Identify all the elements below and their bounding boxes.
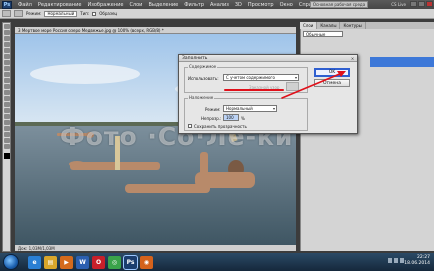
- 3d-tool-icon[interactable]: [3, 132, 10, 137]
- type-tool-icon[interactable]: [3, 114, 10, 119]
- minimize-icon[interactable]: [410, 1, 417, 7]
- media-icon[interactable]: ▶: [60, 255, 73, 269]
- menu-bar: Ps Файл Редактирование Изображение Слои …: [0, 0, 434, 9]
- opacity-value: 100: [226, 115, 234, 120]
- tool-preset-picker[interactable]: [2, 10, 11, 17]
- opera-icon[interactable]: O: [92, 255, 105, 269]
- layer-blend-mode-select[interactable]: Обычные: [303, 31, 343, 37]
- opacity-label: Непрозр.:: [201, 116, 222, 121]
- document-status: Док: 1,03M/1,03M: [15, 245, 296, 251]
- photoshop-icon[interactable]: Ps: [123, 254, 138, 270]
- menu-filter[interactable]: Фильтр: [181, 2, 207, 8]
- tab-paths[interactable]: Контуры: [340, 22, 366, 29]
- firefox-icon[interactable]: ◉: [140, 255, 153, 269]
- explorer-icon[interactable]: ▤: [44, 255, 57, 269]
- menu-window[interactable]: Окно: [277, 2, 296, 8]
- tab-channels[interactable]: Каналы: [317, 22, 341, 29]
- chrome-icon[interactable]: ◎: [108, 255, 121, 269]
- volume-icon[interactable]: [394, 258, 398, 263]
- cs-live-button[interactable]: CS Live: [389, 1, 408, 8]
- zoom-tool-icon[interactable]: [3, 144, 10, 149]
- maximize-icon[interactable]: [418, 1, 425, 7]
- menu-image[interactable]: Изображение: [84, 2, 126, 8]
- dodge-tool-icon[interactable]: [3, 102, 10, 107]
- clock[interactable]: 22:27 18.06.2014: [404, 255, 430, 267]
- blur-tool-icon[interactable]: [3, 96, 10, 101]
- menu-edit[interactable]: Редактирование: [35, 2, 85, 8]
- word-icon[interactable]: W: [76, 255, 89, 269]
- type-checkbox[interactable]: [92, 11, 97, 16]
- taskbar-apps: e ▤ ▶ W O ◎ Ps ◉: [25, 254, 153, 270]
- use-label: Использовать:: [188, 76, 219, 81]
- crop-tool-icon[interactable]: [3, 48, 10, 53]
- workspace-button[interactable]: Основная рабочая среда: [310, 1, 368, 8]
- cs-live-label: CS Live: [391, 2, 406, 7]
- close-icon[interactable]: [426, 1, 433, 7]
- move-tool-icon[interactable]: [3, 24, 10, 29]
- history-brush-tool-icon[interactable]: [3, 78, 10, 83]
- system-tray: [388, 258, 404, 263]
- opacity-unit: %: [241, 116, 245, 121]
- path-select-tool-icon[interactable]: [3, 120, 10, 125]
- selected-layer-row[interactable]: [370, 57, 434, 67]
- red-arrow-annotation: [281, 71, 346, 99]
- photoshop-logo-icon: Ps: [2, 0, 12, 9]
- options-bar: Режим: Нормальный Тип: Образец: [0, 9, 434, 19]
- mode-label: Режим:: [26, 11, 42, 16]
- eyedropper-tool-icon[interactable]: [3, 54, 10, 59]
- photoshop-window: Ps Файл Редактирование Изображение Слои …: [0, 0, 434, 271]
- menu-3d[interactable]: 3D: [232, 2, 245, 8]
- menu-layers[interactable]: Слои: [126, 2, 145, 8]
- shape-tool-icon[interactable]: [3, 126, 10, 131]
- mode-select[interactable]: Нормальный ▾: [223, 105, 277, 112]
- opacity-input[interactable]: 100: [223, 114, 239, 121]
- foreground-color-swatch[interactable]: [3, 153, 10, 159]
- layer-blend-mode-value: Обычные: [306, 31, 326, 37]
- dialog-close-icon[interactable]: ×: [350, 56, 355, 61]
- toolbox: [2, 22, 11, 252]
- window-controls: [410, 1, 433, 7]
- red-underline-annotation: [224, 89, 284, 91]
- lasso-tool-icon[interactable]: [3, 36, 10, 41]
- network-icon[interactable]: [388, 258, 392, 263]
- pen-tool-icon[interactable]: [3, 108, 10, 113]
- panel-tabs: Слои Каналы Контуры: [300, 22, 434, 29]
- marquee-tool-icon[interactable]: [3, 30, 10, 35]
- mode-select-value: Нормальный: [226, 106, 253, 111]
- brush-tool-icon[interactable]: [3, 66, 10, 71]
- menu-select[interactable]: Выделение: [145, 2, 181, 8]
- gradient-tool-icon[interactable]: [3, 90, 10, 95]
- menu-analysis[interactable]: Анализ: [207, 2, 232, 8]
- brush-picker[interactable]: [14, 10, 23, 17]
- hand-tool-icon[interactable]: [3, 138, 10, 143]
- mode-label: Режим:: [205, 107, 221, 112]
- sample-label: Образец: [99, 11, 118, 16]
- taskbar: e ▤ ▶ W O ◎ Ps ◉: [0, 253, 434, 271]
- type-label: Тип:: [80, 11, 90, 16]
- blending-group-label: Наложение: [188, 95, 215, 100]
- content-group-label: Содержимое: [188, 64, 218, 69]
- document-tab[interactable]: 3 Мертвое море Россия озеро Медвежье.jpg…: [15, 27, 296, 34]
- tab-layers[interactable]: Слои: [300, 22, 318, 29]
- quick-select-tool-icon[interactable]: [3, 42, 10, 47]
- start-button[interactable]: [3, 254, 19, 270]
- clock-date: 18.06.2014: [404, 261, 430, 266]
- chevron-down-icon: ▾: [272, 106, 275, 111]
- menu-view[interactable]: Просмотр: [245, 2, 277, 8]
- healing-tool-icon[interactable]: [3, 60, 10, 65]
- mode-select[interactable]: Нормальный: [44, 10, 78, 17]
- use-select-value: С учетом содержимого: [226, 75, 275, 80]
- preserve-transparency-checkbox[interactable]: [188, 124, 192, 128]
- menu-file[interactable]: Файл: [15, 2, 35, 8]
- stamp-tool-icon[interactable]: [3, 72, 10, 77]
- ie-icon[interactable]: e: [28, 255, 41, 269]
- preserve-transparency-label: Сохранить прозрачность: [194, 124, 247, 129]
- eraser-tool-icon[interactable]: [3, 84, 10, 89]
